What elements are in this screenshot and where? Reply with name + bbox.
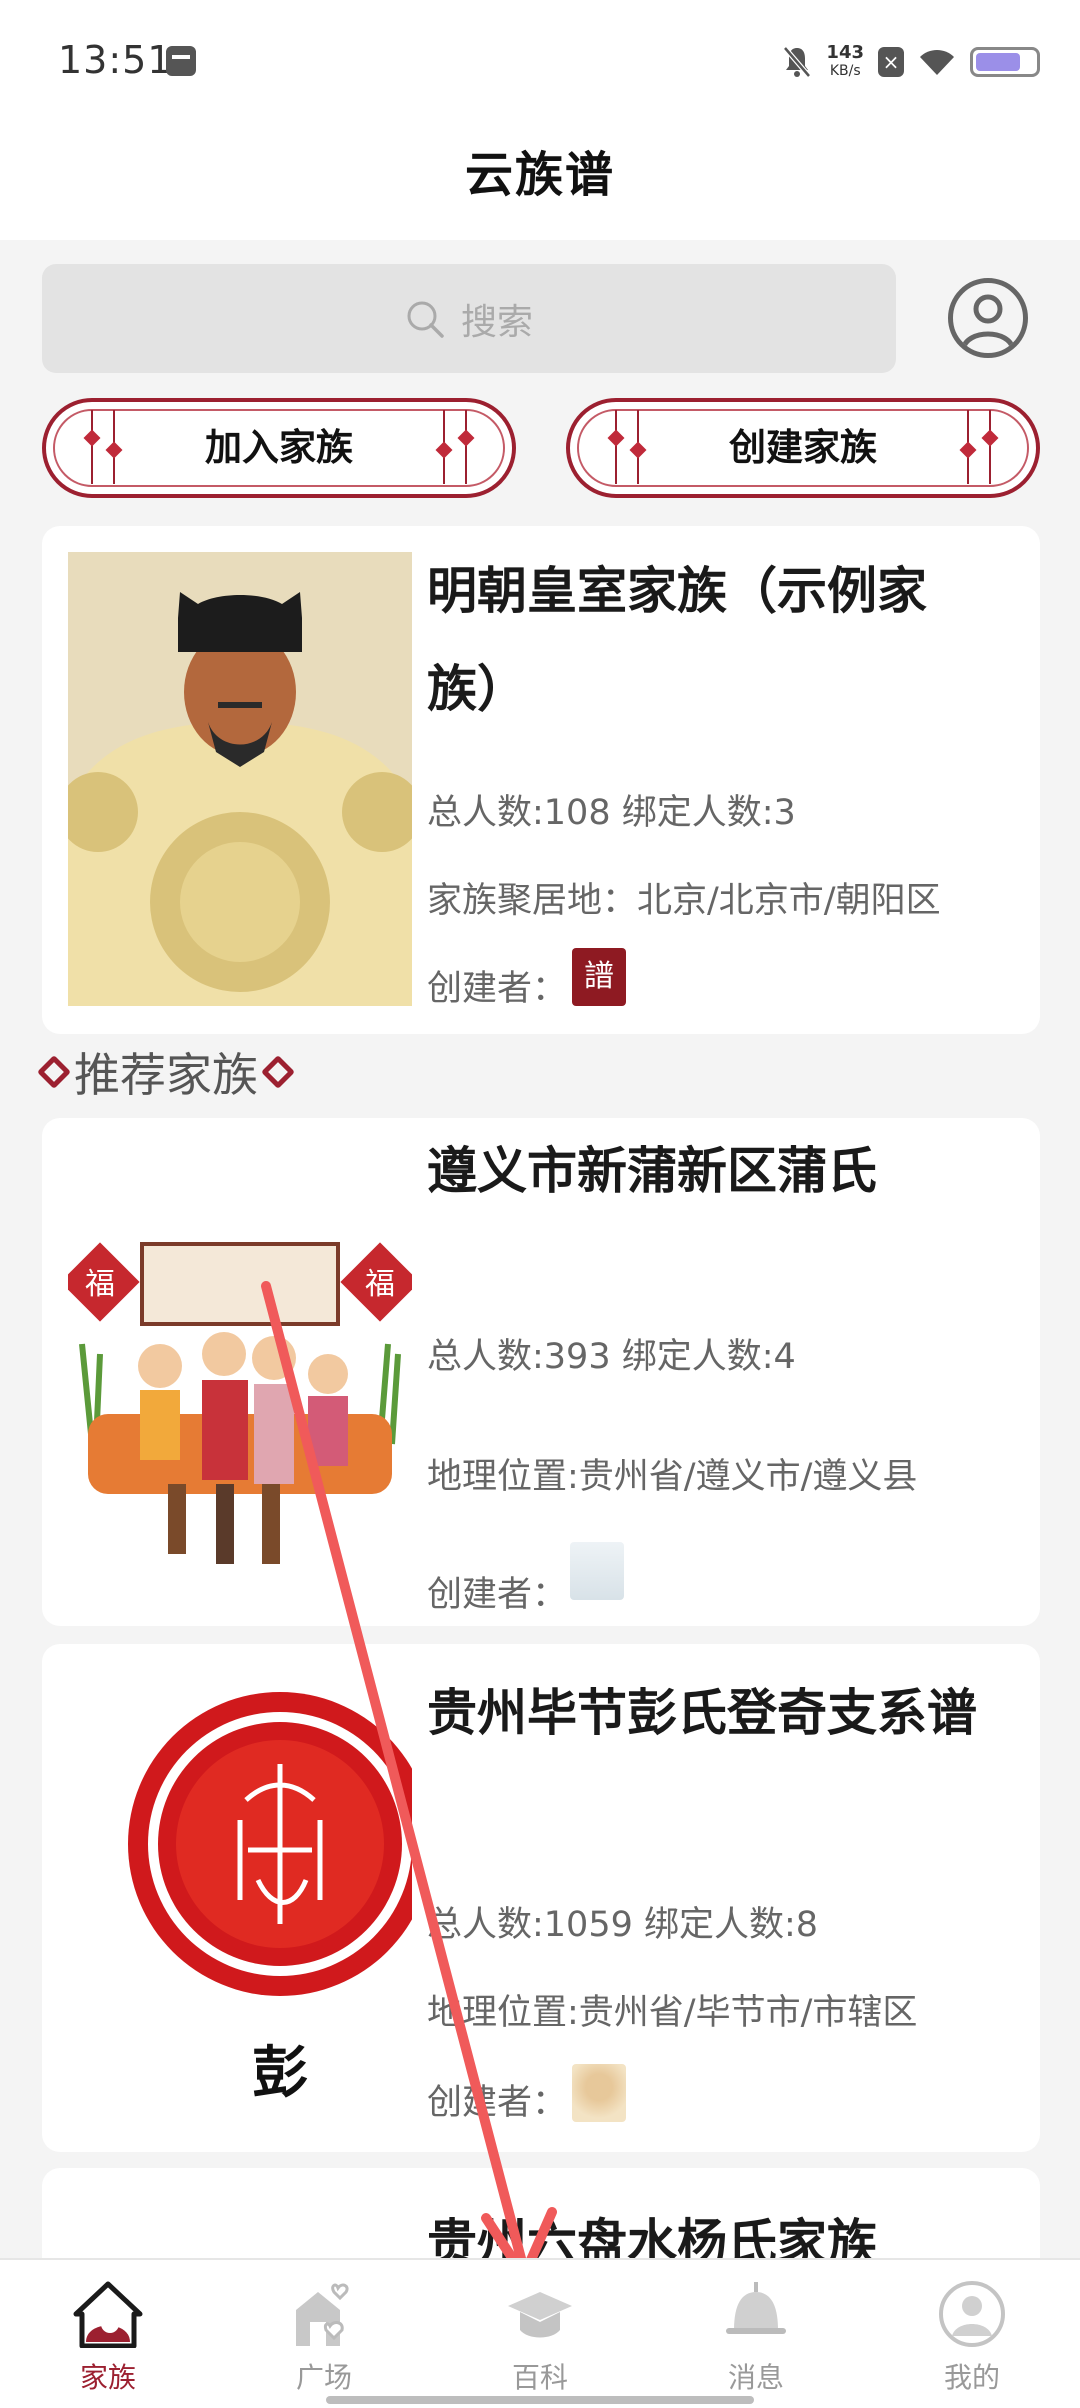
bell-muted-icon xyxy=(783,46,812,78)
family-portrait-image xyxy=(68,552,412,1006)
ornament-icon xyxy=(37,1055,71,1089)
family-title: 贵州毕节彭氏登奇支系谱 xyxy=(427,1684,977,1742)
family-card[interactable]: 彭 贵州毕节彭氏登奇支系谱 总人数:1059 绑定人数:8 地理位置:贵州省/毕… xyxy=(42,1644,1040,2152)
family-stats: 总人数:108 绑定人数:3 xyxy=(427,793,796,833)
home-indicator[interactable] xyxy=(326,2396,754,2404)
join-family-label: 加入家族 xyxy=(205,426,353,469)
creator-avatar[interactable]: 譜 xyxy=(572,948,626,1006)
network-speed-value: 143 xyxy=(826,42,864,63)
create-family-label: 创建家族 xyxy=(729,426,877,469)
page-title: 云族谱 xyxy=(464,147,615,203)
family-card[interactable]: 福 福 遵义市新蒲新区蒲氏 总人数:393 绑定人数:4 地理位置:贵州省/遵义… xyxy=(42,1118,1040,1626)
family-title: 明朝皇室家族（示例家族） xyxy=(427,562,927,718)
family-location: 地理位置:贵州省/毕节市/市辖区 xyxy=(427,1993,918,2033)
tab-family[interactable]: 家族 xyxy=(0,2260,216,2408)
tab-profile-label: 我的 xyxy=(943,2361,1000,2394)
sim-off-icon: × xyxy=(878,47,904,77)
search-icon xyxy=(407,301,444,338)
creator-label: 创建者： xyxy=(427,969,568,1009)
creator-label: 创建者： xyxy=(427,1575,568,1615)
seal-caption: 彭 xyxy=(252,2041,308,2106)
tab-family-label: 家族 xyxy=(79,2361,136,2394)
creator-label: 创建者： xyxy=(427,2083,568,2123)
network-speed: 143 KB/s xyxy=(826,44,864,80)
my-family-card[interactable]: 明朝皇室家族（示例家族） 总人数:108 绑定人数:3 家族聚居地：北京/北京市… xyxy=(42,526,1040,1034)
bottom-nav: 家族 广场 百科 消息 我的 xyxy=(0,2258,1080,2408)
wifi-icon xyxy=(920,49,954,75)
family-location: 家族聚居地：北京/北京市/朝阳区 xyxy=(427,881,941,921)
family-stats: 总人数:393 绑定人数:4 xyxy=(427,1337,796,1377)
person-icon xyxy=(960,294,1016,350)
emperor-portrait xyxy=(68,552,412,1006)
create-family-button[interactable]: 创建家族 xyxy=(566,398,1040,498)
status-indicators: 143 KB/s × xyxy=(782,40,1040,84)
notification-app-icon xyxy=(166,46,196,76)
profile-icon xyxy=(939,2281,1005,2347)
encyclopedia-icon xyxy=(508,2292,572,2338)
family-stats: 总人数:1059 绑定人数:8 xyxy=(427,1905,819,1945)
tab-messages-label: 消息 xyxy=(727,2361,784,2394)
status-time: 13:51 xyxy=(58,38,173,82)
ornament-icon xyxy=(261,1055,295,1089)
family-title: 遵义市新蒲新区蒲氏 xyxy=(427,1142,877,1200)
creator-avatar[interactable] xyxy=(570,1542,624,1600)
bell-icon xyxy=(726,2282,786,2334)
network-speed-unit: KB/s xyxy=(829,63,861,79)
creator-avatar[interactable] xyxy=(572,2064,626,2122)
tab-encyclopedia-label: 百科 xyxy=(511,2361,568,2394)
plaza-icon xyxy=(296,2283,349,2346)
user-avatar-button[interactable] xyxy=(948,278,1028,358)
tab-messages[interactable]: 消息 xyxy=(648,2260,864,2408)
tab-profile[interactable]: 我的 xyxy=(864,2260,1080,2408)
fu-character-right: 福 xyxy=(365,1267,395,1302)
tab-encyclopedia[interactable]: 百科 xyxy=(432,2260,648,2408)
family-location: 地理位置:贵州省/遵义市/遵义县 xyxy=(427,1457,918,1497)
battery-icon xyxy=(970,47,1040,77)
search-placeholder: 搜索 xyxy=(460,301,533,343)
fu-character-left: 福 xyxy=(85,1267,115,1302)
status-bar: 13:51 143 KB/s × xyxy=(0,0,1080,130)
family-home-icon xyxy=(73,2281,143,2348)
tab-plaza[interactable]: 广场 xyxy=(216,2260,432,2408)
title-bar: 云族谱 xyxy=(0,130,1080,240)
recommended-header: 推荐家族 xyxy=(37,1040,295,1104)
tab-plaza-label: 广场 xyxy=(295,2361,352,2394)
search-input[interactable]: 搜索 xyxy=(42,264,896,373)
join-family-button[interactable]: 加入家族 xyxy=(42,398,516,498)
family-seal-image: 彭 xyxy=(68,1660,412,2114)
family-cartoon-image: 福 福 xyxy=(68,1144,412,1598)
recommended-title: 推荐家族 xyxy=(74,1048,258,1102)
